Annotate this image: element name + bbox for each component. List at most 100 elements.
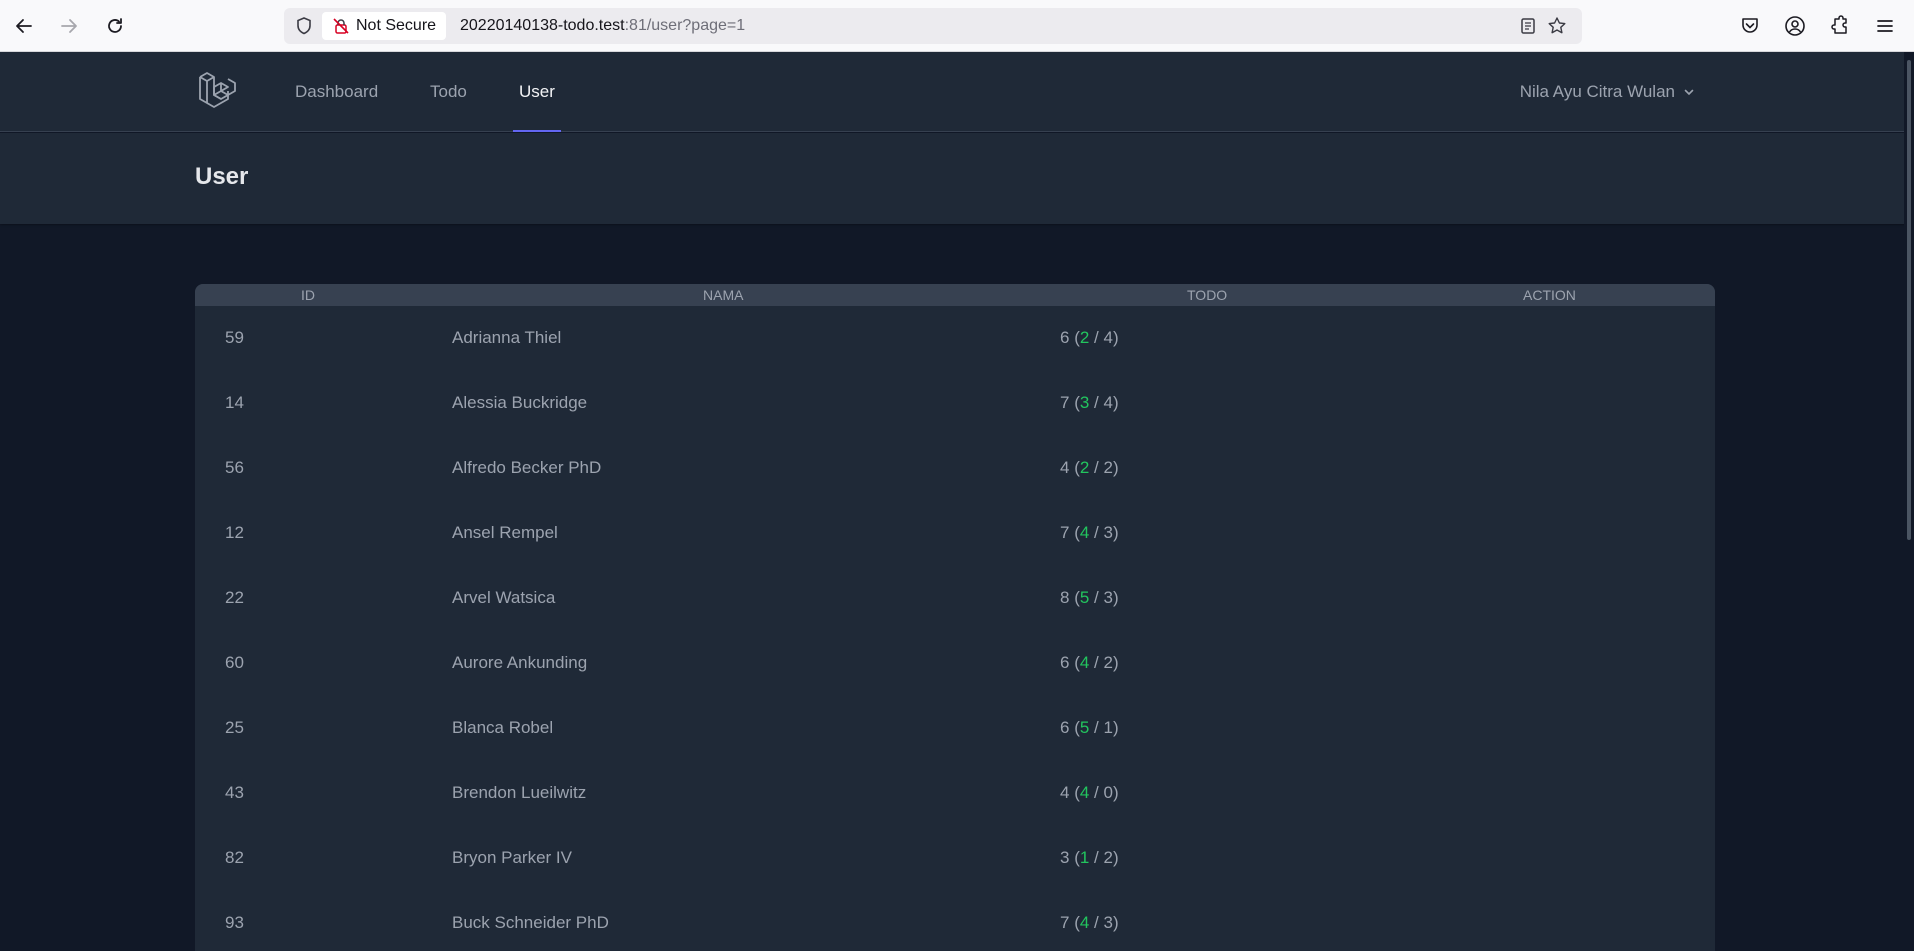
todo-pending: 3 [1103, 913, 1113, 932]
table-row: 56 Alfredo Becker PhD 4 (2 / 2) [195, 436, 1715, 501]
table-row: 22 Arvel Watsica 8 (5 / 3) [195, 566, 1715, 631]
table-row: 59 Adrianna Thiel 6 (2 / 4) [195, 306, 1715, 371]
todo-count: 6 (5 / 1) [1060, 718, 1119, 737]
todo-total: 3 [1060, 848, 1070, 867]
nav-link-dashboard[interactable]: Dashboard [295, 52, 378, 132]
todo-total: 6 [1060, 328, 1070, 347]
todo-done: 2 [1079, 328, 1090, 347]
todo-done: 1 [1079, 848, 1090, 867]
page-header: User [0, 133, 1914, 224]
todo-pending: 2 [1103, 458, 1113, 477]
user-name-cell: Brendon Lueilwitz [452, 783, 587, 802]
todo-total: 7 [1060, 523, 1070, 542]
todo-total: 6 [1060, 653, 1070, 672]
user-id: 93 [225, 913, 244, 932]
chevron-down-icon [1684, 89, 1694, 96]
todo-done: 5 [1079, 718, 1090, 737]
user-name-cell: Arvel Watsica [452, 588, 556, 607]
todo-count: 7 (4 / 3) [1060, 913, 1119, 932]
user-name-cell: Buck Schneider PhD [452, 913, 609, 932]
table-row: 43 Brendon Lueilwitz 4 (4 / 0) [195, 761, 1715, 826]
bookmark-star-icon[interactable] [1547, 16, 1567, 36]
reload-button[interactable] [101, 12, 129, 40]
todo-done: 4 [1079, 653, 1090, 672]
forward-button[interactable] [55, 12, 83, 40]
user-id: 59 [225, 328, 244, 347]
user-name-cell: Blanca Robel [452, 718, 554, 737]
todo-count: 4 (2 / 2) [1060, 458, 1119, 477]
todo-pending: 3 [1103, 523, 1113, 542]
reload-icon [108, 18, 122, 33]
todo-total: 4 [1060, 458, 1070, 477]
todo-count: 6 (2 / 4) [1060, 328, 1119, 347]
pocket-icon[interactable] [1738, 14, 1762, 38]
todo-count: 7 (4 / 3) [1060, 523, 1119, 542]
reader-view-icon[interactable] [1518, 16, 1538, 36]
arrow-right-icon [61, 19, 77, 33]
column-header-name: NAMA [703, 287, 744, 303]
todo-total: 6 [1060, 718, 1070, 737]
app-navigation: Dashboard Todo User Nila Ayu Citra Wulan [0, 52, 1914, 132]
table-row: 14 Alessia Buckridge 7 (3 / 4) [195, 371, 1715, 436]
todo-pending: 3 [1103, 588, 1113, 607]
todo-total: 8 [1060, 588, 1070, 607]
user-name-cell: Aurore Ankunding [452, 653, 588, 672]
user-id: 22 [225, 588, 244, 607]
table-header: ID NAMA TODO ACTION [195, 284, 1715, 306]
todo-pending: 2 [1103, 848, 1113, 867]
todo-pending: 4 [1103, 393, 1113, 412]
todo-count: 4 (4 / 0) [1060, 783, 1119, 802]
url-bar[interactable]: Not Secure 20220140138-todo.test:81/user… [284, 8, 1582, 44]
todo-pending: 4 [1103, 328, 1113, 347]
table-row: 12 Ansel Rempel 7 (4 / 3) [195, 501, 1715, 566]
back-button[interactable] [10, 12, 38, 40]
user-name-cell: Alessia Buckridge [452, 393, 588, 412]
user-id: 60 [225, 653, 244, 672]
column-header-todo: TODO [1187, 287, 1228, 303]
laravel-logo-icon[interactable] [196, 69, 240, 113]
account-icon[interactable] [1783, 14, 1807, 38]
table-row: 82 Bryon Parker IV 3 (1 / 2) [195, 826, 1715, 891]
user-name-cell: Bryon Parker IV [452, 848, 572, 867]
user-name-cell: Alfredo Becker PhD [452, 458, 602, 477]
table-row: 60 Aurore Ankunding 6 (4 / 2) [195, 631, 1715, 696]
todo-pending: 1 [1103, 718, 1113, 737]
user-id: 12 [225, 523, 244, 542]
url-text[interactable]: 20220140138-todo.test:81/user?page=1 [460, 17, 745, 35]
url-path: :81/user?page=1 [624, 17, 746, 34]
todo-total: 7 [1060, 393, 1070, 412]
user-id: 43 [225, 783, 244, 802]
todo-done: 2 [1079, 458, 1090, 477]
user-id: 25 [225, 718, 244, 737]
todo-count: 8 (5 / 3) [1060, 588, 1119, 607]
table-row: 93 Buck Schneider PhD 7 (4 / 3) [195, 891, 1715, 951]
user-dropdown[interactable]: Nila Ayu Citra Wulan [1520, 52, 1695, 132]
scrollbar-thumb[interactable] [1907, 60, 1911, 540]
user-id: 56 [225, 458, 244, 477]
todo-count: 7 (3 / 4) [1060, 393, 1119, 412]
extensions-icon[interactable] [1828, 14, 1852, 38]
todo-done: 4 [1079, 523, 1090, 542]
not-secure-label: Not Secure [356, 17, 437, 34]
nav-link-user[interactable]: User [513, 52, 561, 132]
todo-total: 7 [1060, 913, 1070, 932]
browser-toolbar: Not Secure 20220140138-todo.test:81/user… [0, 0, 1914, 52]
menu-icon[interactable] [1873, 14, 1897, 38]
insecure-lock-icon [333, 18, 349, 34]
users-table: ID NAMA TODO ACTION 59 Adrianna Thiel 6 … [195, 284, 1715, 951]
page-scrollbar[interactable] [1904, 52, 1914, 951]
not-secure-badge[interactable]: Not Secure [322, 12, 447, 40]
column-header-id: ID [301, 287, 315, 303]
todo-pending: 2 [1103, 653, 1113, 672]
todo-done: 4 [1079, 913, 1090, 932]
user-name-cell: Ansel Rempel [452, 523, 558, 542]
todo-done: 3 [1079, 393, 1090, 412]
column-header-action: ACTION [1523, 287, 1576, 303]
nav-link-todo[interactable]: Todo [430, 52, 467, 132]
todo-done: 5 [1079, 588, 1090, 607]
todo-count: 3 (1 / 2) [1060, 848, 1119, 867]
user-id: 14 [225, 393, 244, 412]
todo-count: 6 (4 / 2) [1060, 653, 1119, 672]
shield-icon[interactable] [294, 16, 314, 36]
user-id: 82 [225, 848, 244, 867]
